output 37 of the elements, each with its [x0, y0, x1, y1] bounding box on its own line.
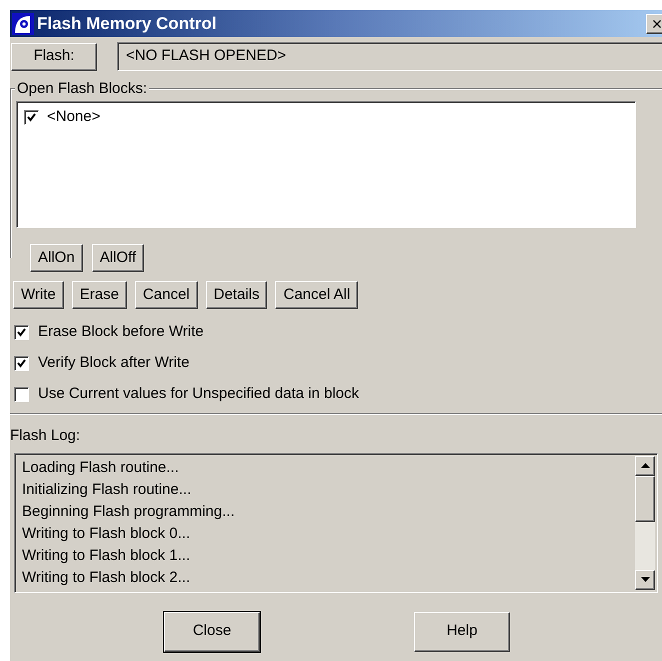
scrollbar[interactable]: [635, 456, 655, 590]
app-icon: [12, 12, 34, 34]
checkbox[interactable]: [14, 387, 29, 402]
option-label: Erase Block before Write: [38, 322, 204, 342]
dialog-button[interactable]: Close: [164, 612, 260, 652]
flash-name-field: <NO FLASH OPENED>: [117, 42, 662, 71]
checkmark-icon: [17, 328, 26, 337]
window-title: Flash Memory Control: [37, 12, 218, 35]
scroll-down-button[interactable]: [635, 570, 655, 590]
up-arrow-icon: [640, 463, 650, 468]
log-line: Writing to Flash block 2...: [22, 568, 192, 588]
action-button[interactable]: Cancel All: [275, 281, 358, 309]
checkbox[interactable]: [14, 325, 29, 340]
action-button[interactable]: Cancel: [134, 281, 198, 309]
action-button[interactable]: Details: [206, 281, 268, 309]
option-label: Verify Block after Write: [38, 353, 190, 374]
checkmark-icon: [17, 359, 26, 368]
scroll-up-button[interactable]: [635, 456, 655, 476]
log-line: Initializing Flash routine...: [22, 480, 192, 500]
block-toggle-button[interactable]: AllOn: [30, 244, 83, 272]
close-button[interactable]: ×: [646, 14, 662, 34]
log-line: Beginning Flash programming...: [22, 502, 236, 522]
down-arrow-icon: [640, 577, 650, 582]
block-toggle-button[interactable]: AllOff: [92, 244, 144, 272]
list-item[interactable]: <None>: [47, 106, 100, 128]
dialog-button[interactable]: Help: [414, 612, 510, 652]
checkmark-icon: [27, 112, 36, 122]
log-line: Writing to Flash block 1...: [22, 546, 192, 566]
log-line: Loading Flash routine...: [22, 458, 180, 478]
action-button[interactable]: Erase: [72, 281, 127, 309]
option-label: Use Current values for Unspecified data in block: [38, 384, 359, 404]
log-label: Flash Log:: [10, 426, 82, 446]
scroll-thumb[interactable]: [635, 476, 655, 522]
action-button[interactable]: Write: [13, 281, 64, 309]
checkbox[interactable]: [14, 356, 29, 371]
flash-button[interactable]: Flash:: [11, 42, 97, 70]
log-line: Writing to Flash block 0...: [22, 524, 192, 544]
